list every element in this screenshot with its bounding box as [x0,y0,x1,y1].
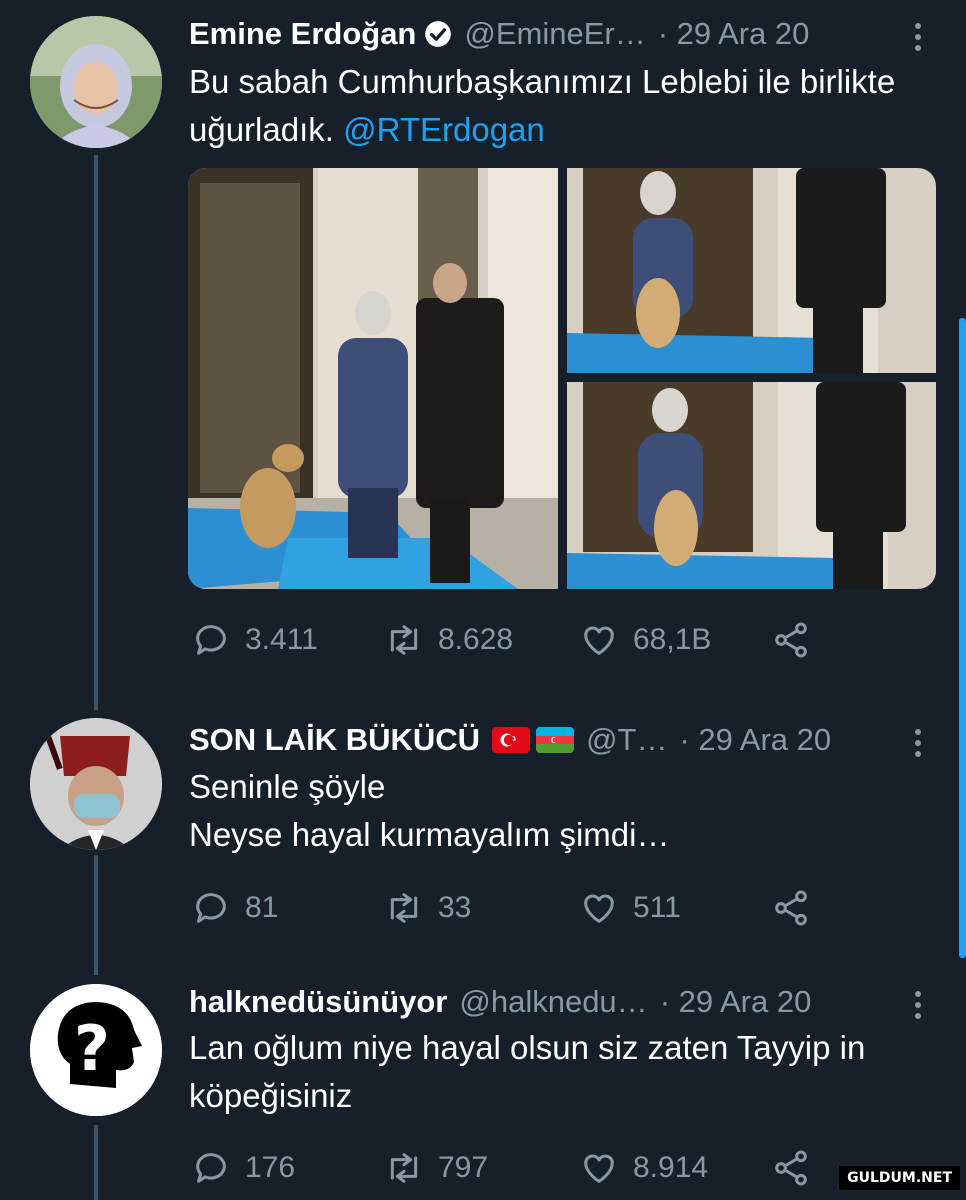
user-handle[interactable]: @EmineEr… [464,16,645,52]
tweet[interactable]: SON LAİK BÜKÜCÜ @T… · 29 Ara 20 Seninle … [0,706,966,956]
retweet-count: 797 [438,1151,489,1184]
share-icon [775,622,807,658]
share-button[interactable] [771,1146,811,1190]
heart-icon [584,894,614,923]
retweet-count: 8.628 [438,623,514,656]
tweet-text: Seninle şöyle Neyse hayal kurmayalım şim… [189,763,939,859]
reply-icon [196,893,226,923]
avatar[interactable]: ? [30,984,162,1116]
share-icon [775,890,807,926]
reply-count: 3.411 [245,623,318,656]
tweet[interactable]: ? halknedüsünüyor @halknedu… · 29 Ara 20… [0,968,966,1200]
reply-icon [196,625,226,655]
display-name[interactable]: SON LAİK BÜKÜCÜ [189,722,480,758]
share-icon [775,1150,807,1186]
retweet-count: 33 [438,891,472,924]
avatar[interactable] [30,718,162,850]
more-options-icon[interactable] [914,22,922,52]
tweet-text-line: köpeğisiniz [189,1077,353,1114]
question-head-icon: ? [30,984,162,1116]
tweet-header: halknedüsünüyor @halknedu… · 29 Ara 20 [189,982,929,1022]
mention-link[interactable]: @RTErdogan [343,111,545,148]
like-count: 511 [633,891,681,924]
avatar-image [30,718,162,850]
reply-icon [196,1153,226,1183]
tweet-date[interactable]: · 29 Ara 20 [658,16,810,52]
watermark: GULDUM.NET [839,1166,960,1190]
svg-text:?: ? [74,1012,110,1085]
photo-1 [188,168,558,589]
reply-button[interactable]: 81 [191,886,278,930]
reply-button[interactable]: 176 [191,1146,295,1190]
tweet-media-grid[interactable] [188,168,936,589]
media-photos [188,168,936,589]
flags [492,727,575,753]
tweet-header: SON LAİK BÜKÜCÜ @T… · 29 Ara 20 [189,720,929,760]
display-name[interactable]: Emine Erdoğan [189,16,416,52]
tweet-header: Emine Erdoğan @EmineEr… · 29 Ara 20 [189,14,929,54]
tweet-actions: 176 797 8.914 [189,1146,829,1190]
heart-icon [584,1154,614,1183]
tweet-date[interactable]: · 29 Ara 20 [679,722,831,758]
user-handle[interactable]: @halknedu… [459,984,647,1020]
tweet-text-line: Seninle şöyle [189,768,386,805]
user-handle[interactable]: @T… [586,722,667,758]
like-button[interactable]: 68,1B [579,618,711,662]
display-name[interactable]: halknedüsünüyor [189,984,447,1020]
like-count: 8.914 [633,1151,709,1184]
share-button[interactable] [771,618,811,662]
reply-button[interactable]: 3.411 [191,618,318,662]
tweet-date[interactable]: · 29 Ara 20 [660,984,812,1020]
scrollbar[interactable] [959,318,966,958]
retweet-button[interactable]: 8.628 [384,618,513,662]
reply-count: 176 [245,1151,296,1184]
retweet-icon [390,1153,418,1183]
turkey-flag-icon [492,727,531,753]
avatar[interactable] [30,16,162,148]
retweet-icon [390,893,418,923]
azerbaijan-flag-icon [536,727,575,753]
verified-badge-icon [425,21,452,47]
like-button[interactable]: 8.914 [579,1146,708,1190]
like-count: 68,1B [633,623,712,656]
tweet-actions: 3.411 8.628 68,1B [189,618,829,662]
photo-2 [567,168,936,373]
photo-3 [567,382,936,589]
tweet-actions: 81 33 511 [189,886,829,930]
tweet-text: Lan oğlum niye hayal olsun siz zaten Tay… [189,1024,939,1120]
retweet-icon [390,625,418,655]
tweet-text: Bu sabah Cumhurbaşkanımızı Leblebi ile b… [189,58,939,154]
like-button[interactable]: 511 [579,886,681,930]
retweet-button[interactable]: 33 [384,886,471,930]
more-options-icon[interactable] [914,990,922,1020]
more-options-icon[interactable] [914,728,922,758]
reply-count: 81 [245,891,279,924]
tweet[interactable]: Emine Erdoğan @EmineEr… · 29 Ara 20 Bu s… [0,0,966,690]
share-button[interactable] [771,886,811,930]
retweet-button[interactable]: 797 [384,1146,488,1190]
heart-icon [584,626,614,655]
tweet-text-line: Lan oğlum niye hayal olsun siz zaten Tay… [189,1029,866,1066]
tweet-text-line: Neyse hayal kurmayalım şimdi… [189,816,670,853]
avatar-image [30,16,162,148]
